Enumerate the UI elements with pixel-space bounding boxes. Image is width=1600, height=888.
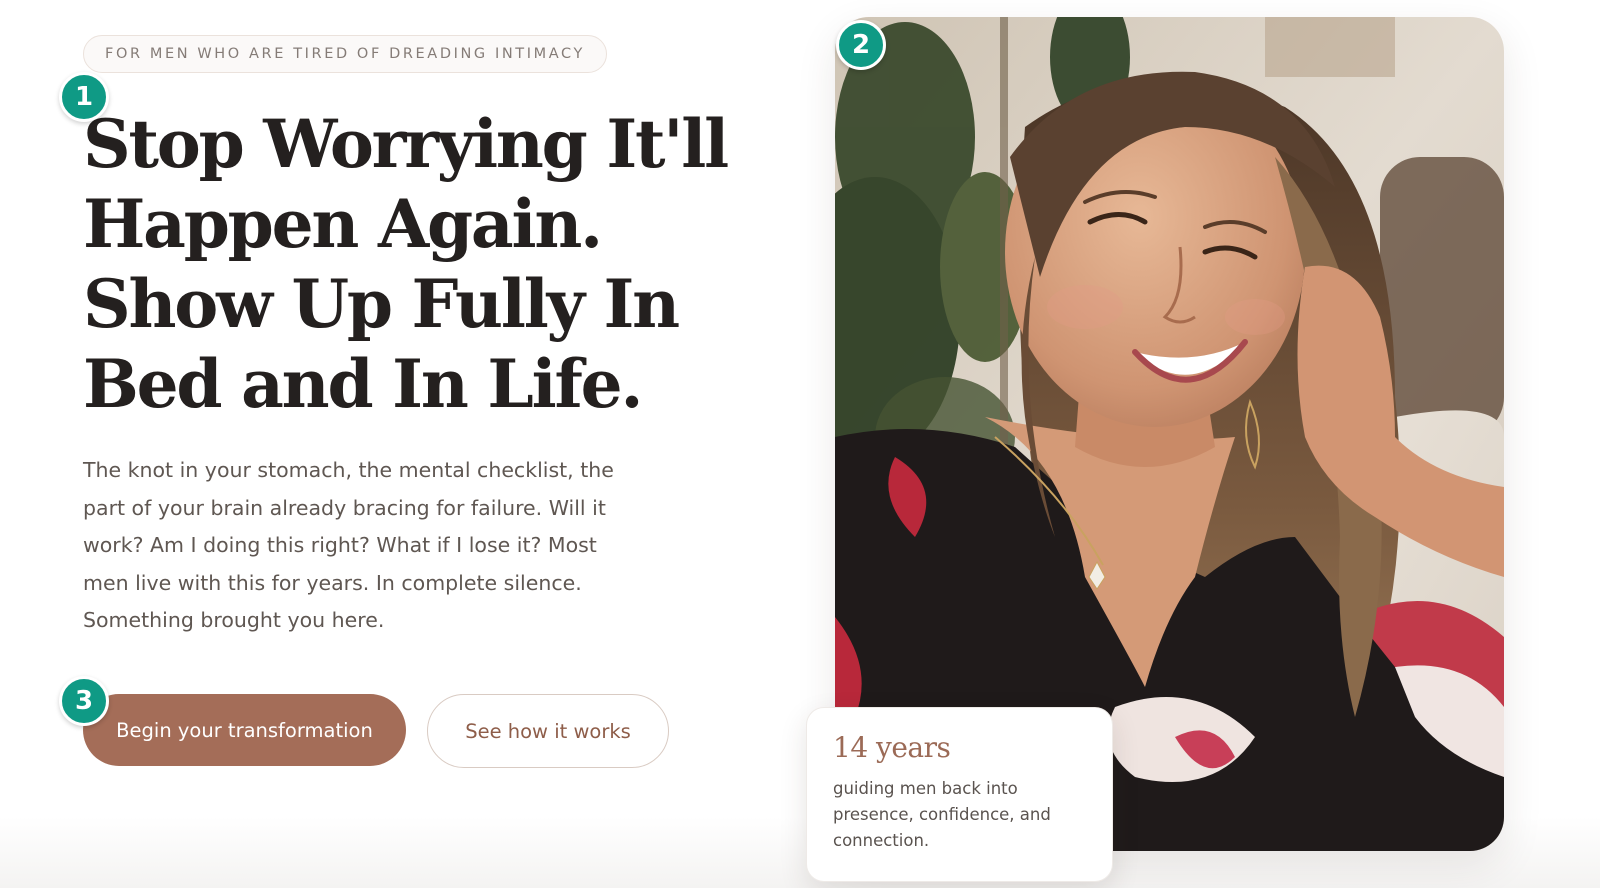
stat-years: 14 years	[833, 731, 951, 764]
eyebrow-pill: FOR MEN WHO ARE TIRED OF DREADING INTIMA…	[83, 35, 607, 73]
step-marker-3: 3	[59, 676, 109, 726]
description-line: The knot in your stomach, the mental che…	[83, 458, 614, 482]
headline-line: Happen Again.	[83, 185, 603, 263]
page-title: Stop Worrying It'll Happen Again. Show U…	[83, 104, 743, 424]
step-marker-3-label: 3	[74, 686, 94, 716]
stat-description-line: presence, confidence, and	[833, 805, 1051, 824]
eyebrow-text: FOR MEN WHO ARE TIRED OF DREADING INTIMA…	[105, 46, 585, 62]
headline-line: Bed and In Life.	[83, 345, 643, 423]
see-how-it-works-label: See how it works	[465, 719, 631, 743]
headline-line: Stop Worrying It'll	[83, 105, 729, 183]
step-marker-1-label: 1	[74, 82, 94, 112]
begin-transformation-label: Begin your transformation	[116, 718, 373, 742]
headline-line: Show Up Fully In	[83, 265, 680, 343]
hero-description: The knot in your stomach, the mental che…	[83, 452, 643, 640]
description-line: work? Am I doing this right? What if I l…	[83, 533, 597, 557]
step-marker-1: 1	[59, 72, 109, 122]
step-marker-2-label: 2	[851, 30, 871, 60]
see-how-it-works-button[interactable]: See how it works	[427, 694, 669, 768]
stat-description: guiding men back into presence, confiden…	[833, 776, 1086, 854]
description-line: men live with this for years. In complet…	[83, 570, 582, 595]
stat-description-line: guiding men back into	[833, 779, 1018, 798]
description-line: Something brought you here.	[83, 608, 385, 632]
description-line: part of your brain already bracing for f…	[83, 495, 606, 520]
begin-transformation-button[interactable]: Begin your transformation	[83, 694, 406, 766]
stat-description-line: connection.	[833, 831, 930, 850]
experience-stat-card: 14 years guiding men back into presence,…	[806, 707, 1113, 882]
hero-section: FOR MEN WHO ARE TIRED OF DREADING INTIMA…	[0, 0, 1600, 888]
step-marker-2: 2	[836, 20, 886, 70]
